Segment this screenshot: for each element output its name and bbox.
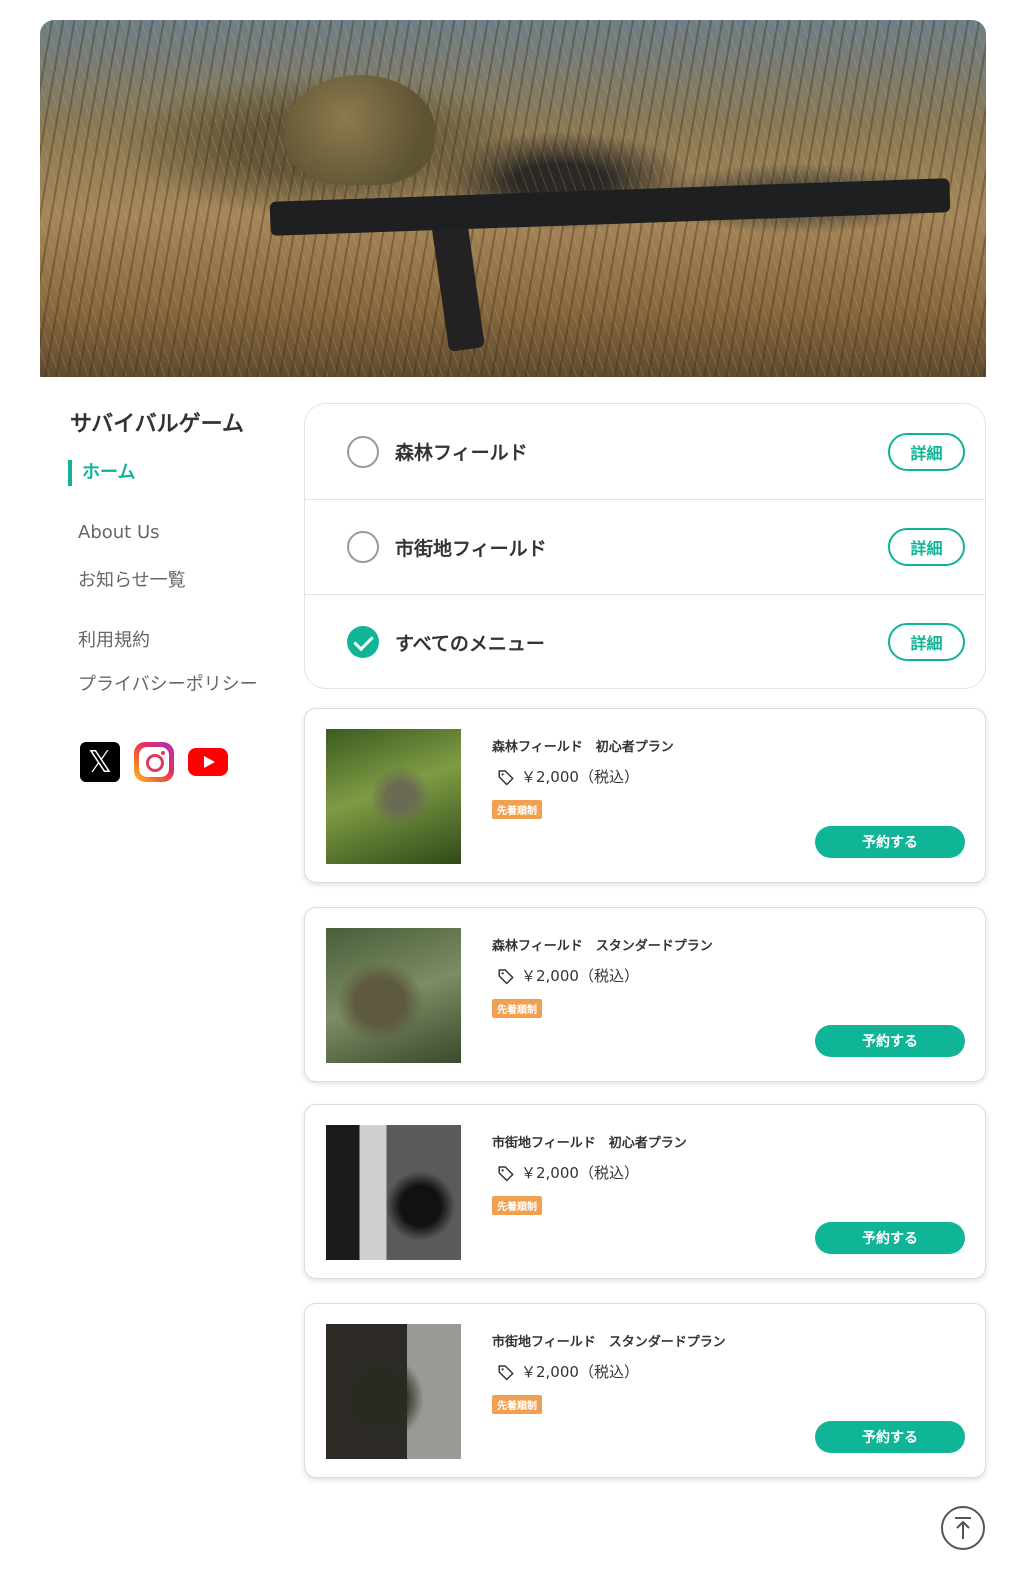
hero-rifle-magazine <box>431 218 485 352</box>
plan-title[interactable]: 森林フィールド 初心者プラン <box>492 736 674 755</box>
price-tag-icon <box>498 1165 514 1181</box>
plan-price: ￥2,000（税込） <box>497 965 639 986</box>
plan-card: 市街地フィールド 初心者プラン ￥2,000（税込） 先着順制 予約する <box>304 1104 986 1279</box>
category-row-forest[interactable]: 森林フィールド 詳細 <box>305 404 985 499</box>
price-tag-icon <box>498 968 514 984</box>
radio-checked-icon[interactable] <box>347 626 379 658</box>
reserve-button[interactable]: 予約する <box>815 1025 965 1057</box>
plan-title[interactable]: 森林フィールド スタンダードプラン <box>492 935 713 954</box>
plan-price-text: ￥2,000（税込） <box>521 768 639 786</box>
site-title[interactable]: サバイバルゲーム <box>70 406 244 438</box>
plan-title[interactable]: 市街地フィールド スタンダードプラン <box>492 1331 726 1350</box>
price-tag-icon <box>498 769 514 785</box>
plan-thumbnail[interactable] <box>326 729 461 864</box>
plan-thumbnail[interactable] <box>326 1324 461 1459</box>
social-links: 𝕏 <box>80 742 228 782</box>
plan-price-text: ￥2,000（税込） <box>521 1164 639 1182</box>
price-tag-icon <box>498 1364 514 1380</box>
detail-button[interactable]: 詳細 <box>888 432 965 471</box>
reserve-button[interactable]: 予約する <box>815 826 965 858</box>
nav-about-us[interactable]: About Us <box>78 522 160 543</box>
plan-thumbnail[interactable] <box>326 928 461 1063</box>
nav-home[interactable]: ホーム <box>68 460 135 486</box>
plan-title[interactable]: 市街地フィールド 初心者プラン <box>492 1132 687 1151</box>
radio-unchecked-icon[interactable] <box>347 435 379 468</box>
plan-price: ￥2,000（税込） <box>497 766 639 787</box>
plan-card: 市街地フィールド スタンダードプラン ￥2,000（税込） 先着順制 予約する <box>304 1303 986 1478</box>
nav-news-list[interactable]: お知らせ一覧 <box>78 566 186 592</box>
first-come-badge: 先着順制 <box>492 999 542 1018</box>
radio-unchecked-icon[interactable] <box>347 531 379 563</box>
reserve-button[interactable]: 予約する <box>815 1222 965 1254</box>
category-label: 市街地フィールド <box>395 537 547 560</box>
category-label: すべてのメニュー <box>395 632 545 655</box>
plan-price-text: ￥2,000（税込） <box>521 967 639 985</box>
first-come-badge: 先着順制 <box>492 1395 542 1414</box>
category-row-all[interactable]: すべてのメニュー 詳細 <box>305 594 985 688</box>
category-row-urban[interactable]: 市街地フィールド 詳細 <box>305 499 985 594</box>
hero-image <box>40 20 986 377</box>
plan-card: 森林フィールド 初心者プラン ￥2,000（税込） 先着順制 予約する <box>304 708 986 883</box>
hero-rifle <box>269 178 951 236</box>
arrow-up-icon <box>955 1517 971 1539</box>
plan-price: ￥2,000（税込） <box>497 1162 639 1183</box>
youtube-icon[interactable] <box>188 748 228 776</box>
hero-soldier <box>285 75 435 185</box>
plan-price: ￥2,000（税込） <box>497 1361 639 1382</box>
plan-card: 森林フィールド スタンダードプラン ￥2,000（税込） 先着順制 予約する <box>304 907 986 1082</box>
instagram-icon[interactable] <box>134 742 174 782</box>
category-label: 森林フィールド <box>395 442 528 464</box>
first-come-badge: 先着順制 <box>492 800 542 819</box>
scroll-to-top-button[interactable] <box>941 1506 985 1550</box>
category-panel: 森林フィールド 詳細 市街地フィールド 詳細 すべてのメニュー 詳細 <box>304 403 986 689</box>
x-icon[interactable]: 𝕏 <box>80 742 120 782</box>
detail-button[interactable]: 詳細 <box>888 623 965 661</box>
detail-button[interactable]: 詳細 <box>888 528 965 566</box>
nav-terms[interactable]: 利用規約 <box>78 626 150 652</box>
plan-thumbnail[interactable] <box>326 1125 461 1260</box>
plan-price-text: ￥2,000（税込） <box>521 1363 639 1381</box>
nav-privacy-policy[interactable]: プライバシーポリシー <box>78 670 258 696</box>
first-come-badge: 先着順制 <box>492 1196 542 1215</box>
reserve-button[interactable]: 予約する <box>815 1421 965 1453</box>
